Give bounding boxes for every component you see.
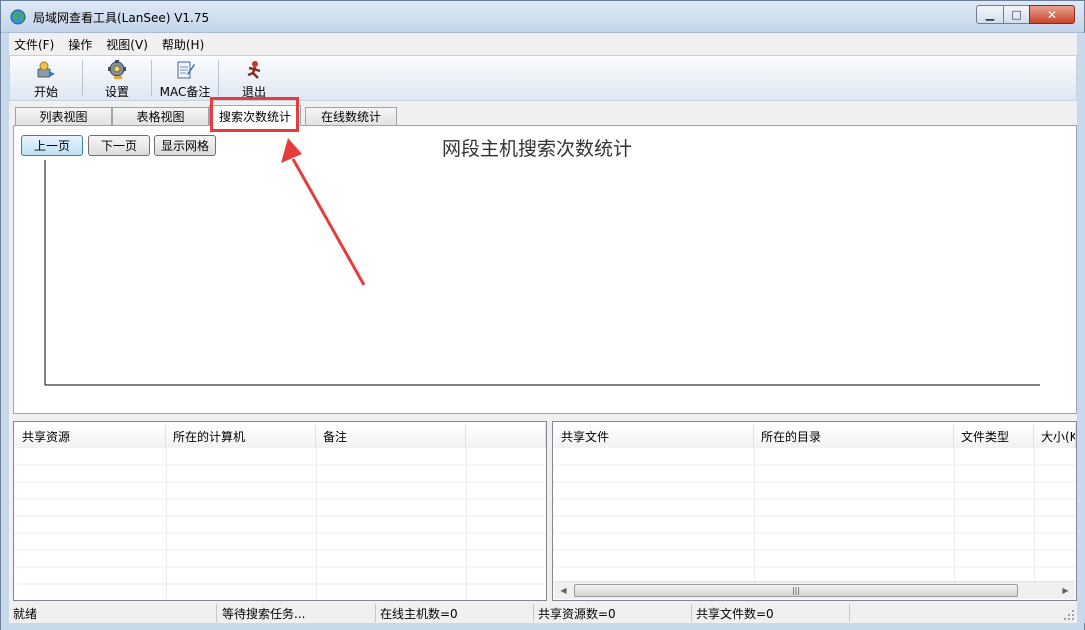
- status-shared-files: 共享文件数=0: [692, 604, 850, 622]
- column-header-shared-file[interactable]: 共享文件: [554, 425, 754, 448]
- mac-note-label: MAC备注: [159, 85, 211, 99]
- column-header-computer[interactable]: 所在的计算机: [166, 425, 316, 448]
- resize-grip-icon[interactable]: [1063, 609, 1075, 621]
- horizontal-scrollbar[interactable]: ◀ ||| ▶: [554, 581, 1075, 599]
- annotation-highlight-box: [210, 97, 299, 132]
- list-grid-lines: [14, 448, 546, 600]
- menu-help[interactable]: 帮助(H): [157, 36, 209, 53]
- status-task: 等待搜索任务...: [218, 604, 376, 622]
- menu-file[interactable]: 文件(F): [9, 36, 59, 53]
- column-header-size[interactable]: 大小(K: [1034, 425, 1076, 448]
- minimize-button[interactable]: ▁: [976, 5, 1004, 24]
- list-header: 共享资源 所在的计算机 备注: [14, 425, 546, 448]
- app-window: 局域网查看工具(LanSee) V1.75 ▁ □ ✕ 文件(F) 操作 视图(…: [0, 0, 1085, 630]
- window-frame-bottom: [1, 623, 1084, 630]
- menu-operate[interactable]: 操作: [63, 36, 97, 53]
- column-header-extra[interactable]: [466, 425, 546, 448]
- column-header-note[interactable]: 备注: [316, 425, 466, 448]
- close-button[interactable]: ✕: [1029, 5, 1075, 24]
- settings-label: 设置: [104, 85, 129, 99]
- exit-button[interactable]: 退出: [219, 56, 289, 100]
- column-header-directory[interactable]: 所在的目录: [754, 425, 954, 448]
- window-frame-left: [1, 33, 9, 623]
- shared-files-list[interactable]: 共享文件 所在的目录 文件类型 大小(K ◀ ||| ▶: [552, 421, 1077, 601]
- scroll-right-arrow-icon[interactable]: ▶: [1057, 582, 1074, 599]
- status-online-hosts: 在线主机数=0: [376, 604, 534, 622]
- menu-bar: 文件(F) 操作 视图(V) 帮助(H): [9, 34, 1077, 54]
- start-label: 开始: [33, 85, 58, 99]
- tab-list-view[interactable]: 列表视图: [15, 107, 112, 125]
- status-bar: 就绪 等待搜索任务... 在线主机数=0 共享资源数=0 共享文件数=0: [9, 603, 1077, 623]
- exit-icon: [247, 61, 261, 79]
- window-title: 局域网查看工具(LanSee) V1.75: [33, 11, 210, 25]
- annotation-arrow-shaft: [291, 158, 366, 286]
- notepad-icon: [177, 61, 195, 79]
- scroll-left-arrow-icon[interactable]: ◀: [555, 582, 572, 599]
- tab-strip: 列表视图 表格视图 搜索次数统计 在线数统计: [13, 105, 1077, 126]
- maximize-button[interactable]: □: [1003, 5, 1030, 24]
- scroll-thumb[interactable]: |||: [574, 584, 1018, 597]
- status-ready: 就绪: [9, 604, 217, 622]
- toolbar: 开始 设置 MAC备注 退出: [9, 55, 1077, 101]
- annotation-arrow-head: [281, 138, 302, 163]
- column-header-file-type[interactable]: 文件类型: [954, 425, 1034, 448]
- chart-axes: [44, 160, 1040, 386]
- menu-view[interactable]: 视图(V): [101, 36, 153, 53]
- tab-online-count-stats[interactable]: 在线数统计: [305, 107, 397, 125]
- start-button[interactable]: 开始: [10, 56, 82, 100]
- globe-app-icon: [10, 9, 26, 25]
- tab-table-view[interactable]: 表格视图: [112, 107, 209, 125]
- mac-note-button[interactable]: MAC备注: [152, 56, 218, 100]
- gear-icon: [108, 60, 126, 79]
- column-header-shared-resource[interactable]: 共享资源: [15, 425, 166, 448]
- annotation-arrow: [281, 138, 366, 286]
- status-shared-resources: 共享资源数=0: [534, 604, 692, 622]
- list-header: 共享文件 所在的目录 文件类型 大小(K: [553, 425, 1076, 448]
- search-count-chart-panel: 上一页 下一页 显示网格 网段主机搜索次数统计: [13, 125, 1077, 414]
- start-icon: [37, 61, 55, 78]
- list-grid-lines: [553, 448, 1076, 580]
- title-bar[interactable]: 局域网查看工具(LanSee) V1.75 ▁ □ ✕: [1, 1, 1084, 33]
- window-frame-right: [1077, 33, 1085, 623]
- settings-button[interactable]: 设置: [83, 56, 151, 100]
- shared-resources-list[interactable]: 共享资源 所在的计算机 备注: [13, 421, 547, 601]
